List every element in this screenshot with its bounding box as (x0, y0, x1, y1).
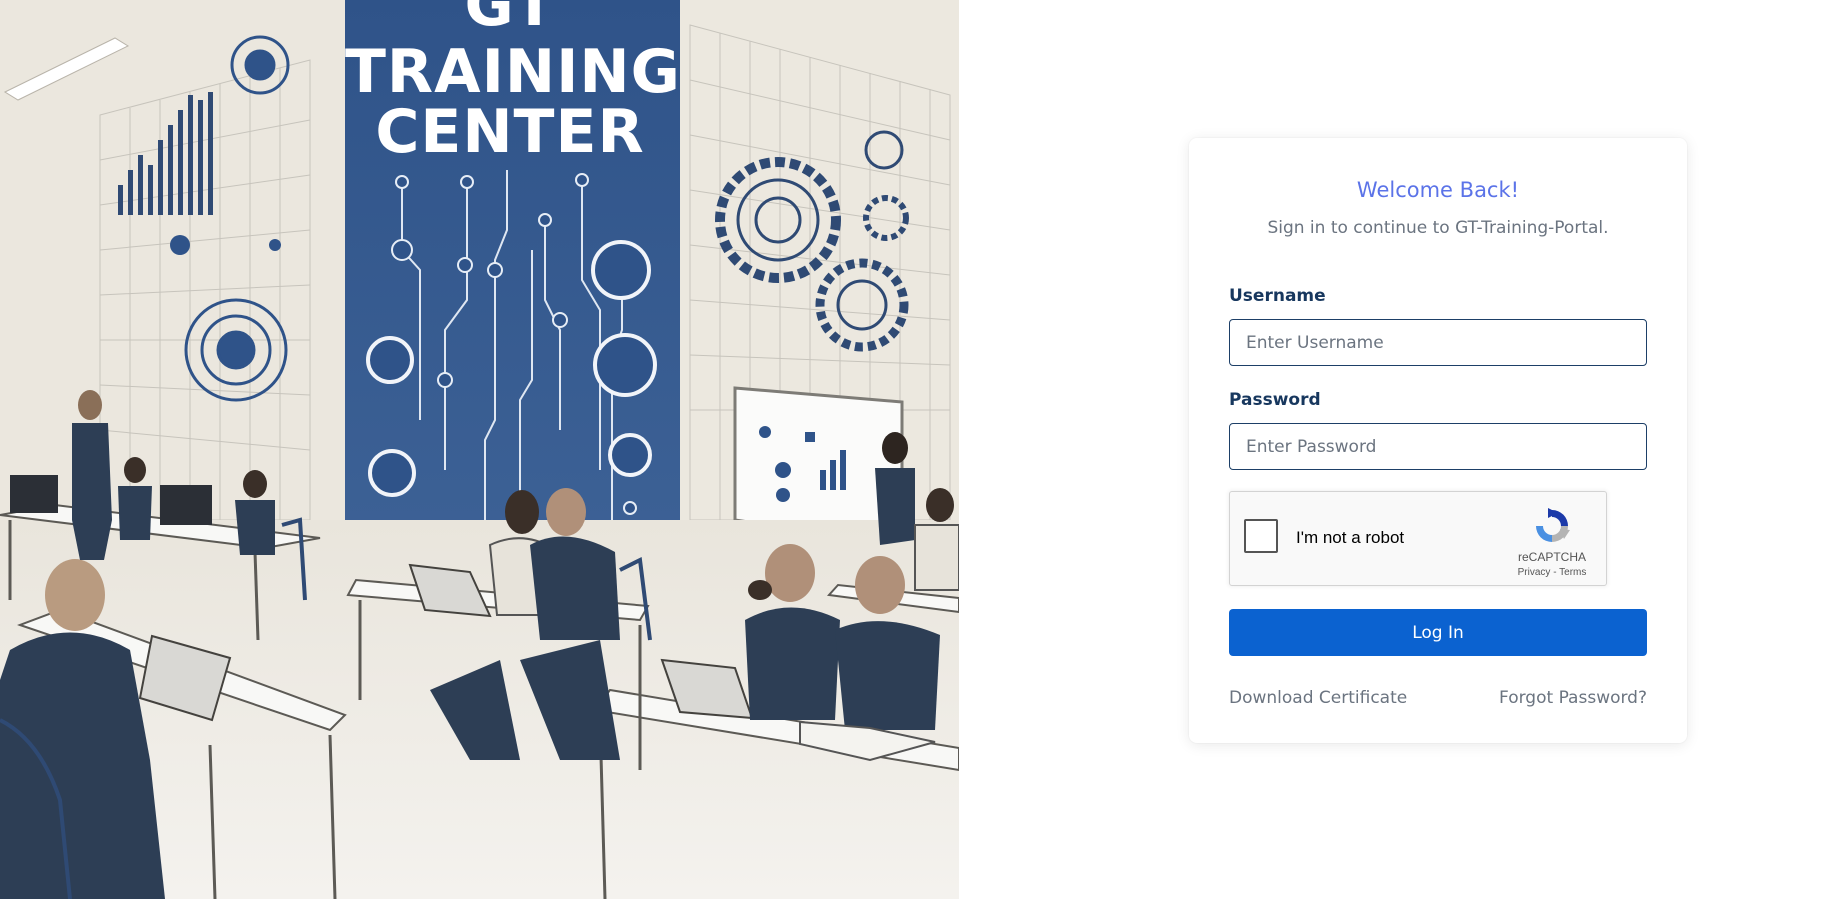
recaptcha-separator: - (1553, 567, 1557, 578)
password-label: Password (1229, 390, 1321, 410)
recaptcha-privacy-link[interactable]: Privacy (1518, 567, 1551, 578)
hero-title-line2: TRAINING (345, 37, 681, 107)
training-center-illustration: GT TRAINING CENTER (0, 0, 959, 899)
login-card: Welcome Back! Sign in to continue to GT-… (1189, 138, 1687, 743)
hero-title-line3: CENTER (375, 97, 645, 167)
recaptcha-brand: reCAPTCHA (1517, 550, 1586, 564)
username-input[interactable] (1229, 319, 1647, 366)
recaptcha-label: I'm not a robot (1296, 528, 1405, 547)
download-certificate-link[interactable]: Download Certificate (1229, 688, 1407, 708)
signin-subtitle: Sign in to continue to GT-Training-Porta… (1267, 218, 1609, 238)
password-input[interactable] (1229, 423, 1647, 470)
recaptcha-logo-icon (1536, 508, 1570, 542)
recaptcha-checkbox[interactable] (1244, 519, 1278, 553)
hero-title-line1: GT (464, 0, 556, 40)
login-button[interactable]: Log In (1229, 609, 1647, 656)
username-label: Username (1229, 286, 1326, 306)
recaptcha-links: Privacy - Terms (1500, 567, 1604, 578)
recaptcha-terms-link[interactable]: Terms (1559, 567, 1586, 578)
login-page: GT TRAINING CENTER Welcome Back! Sign in… (0, 0, 1842, 899)
recaptcha-widget: I'm not a robot reCAPTCHA Privacy - Term… (1229, 491, 1607, 586)
welcome-heading: Welcome Back! (1356, 178, 1520, 202)
forgot-password-link[interactable]: Forgot Password? (1499, 688, 1647, 708)
